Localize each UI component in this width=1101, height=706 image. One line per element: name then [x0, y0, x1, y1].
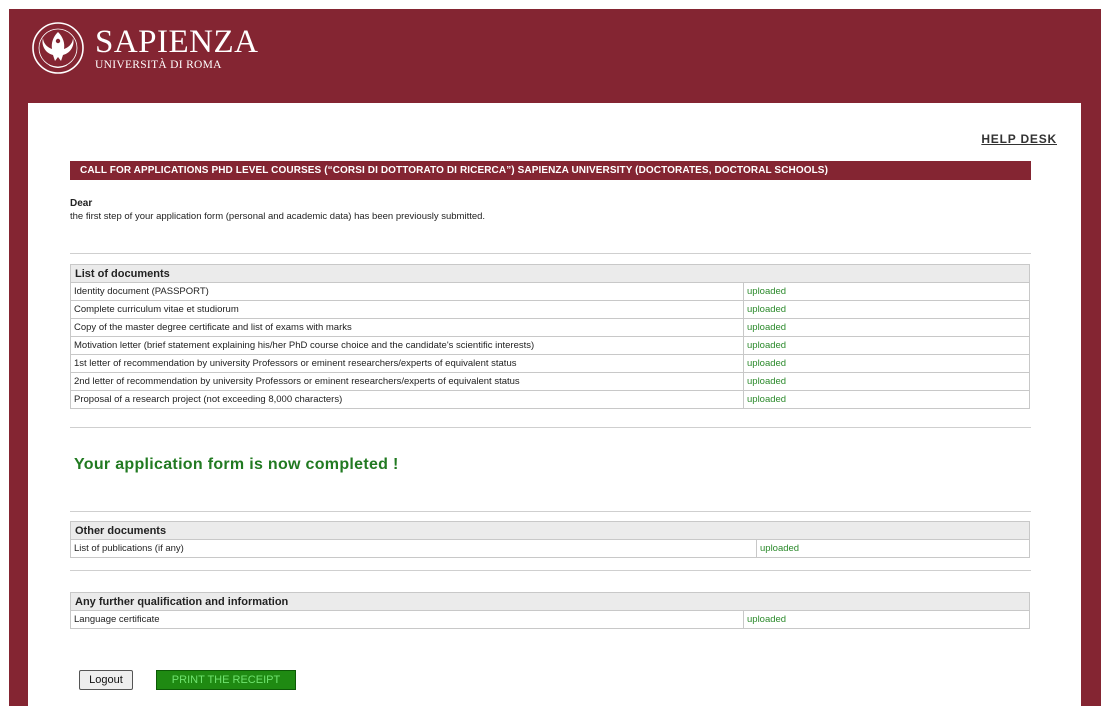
brand-subtitle: UNIVERSITÀ DI ROMA	[95, 59, 222, 71]
page-banner: CALL FOR APPLICATIONS PHD LEVEL COURSES …	[70, 161, 1031, 180]
document-status: uploaded	[743, 318, 1030, 337]
document-status: uploaded	[743, 282, 1030, 301]
table-row: Identity document (PASSPORT) uploaded	[70, 282, 1030, 301]
logout-button[interactable]: Logout	[79, 670, 133, 690]
document-status: uploaded	[756, 539, 1030, 558]
document-status: uploaded	[743, 336, 1030, 355]
main-content: HELP DESK CALL FOR APPLICATIONS PHD LEVE…	[28, 103, 1081, 706]
other-documents-title: Other documents	[70, 521, 1030, 540]
document-name: List of publications (if any)	[70, 539, 757, 558]
table-row: Language certificate uploaded	[70, 610, 1030, 629]
divider	[70, 570, 1031, 571]
divider	[70, 253, 1031, 254]
divider	[70, 427, 1031, 428]
document-status: uploaded	[743, 354, 1030, 373]
table-row: Complete curriculum vitae et studiorum u…	[70, 300, 1030, 319]
documents-title: List of documents	[70, 264, 1030, 283]
document-name: Motivation letter (brief statement expla…	[70, 336, 744, 355]
document-name: 1st letter of recommendation by universi…	[70, 354, 744, 373]
greeting: Dear	[70, 198, 93, 209]
document-status: uploaded	[743, 610, 1030, 629]
documents-table: List of documents Identity document (PAS…	[70, 264, 1030, 409]
document-name: 2nd letter of recommendation by universi…	[70, 372, 744, 391]
document-name: Copy of the master degree certificate an…	[70, 318, 744, 337]
further-title: Any further qualification and informatio…	[70, 592, 1030, 611]
document-status: uploaded	[743, 300, 1030, 319]
document-name: Language certificate	[70, 610, 744, 629]
divider	[70, 511, 1031, 512]
document-name: Proposal of a research project (not exce…	[70, 390, 744, 409]
documents-header-row: List of documents	[70, 264, 1030, 283]
university-seal-icon	[32, 22, 84, 74]
brand-name: SAPIENZA	[95, 24, 259, 60]
table-row: List of publications (if any) uploaded	[70, 539, 1030, 558]
document-name: Complete curriculum vitae et studiorum	[70, 300, 744, 319]
table-row: Proposal of a research project (not exce…	[70, 390, 1030, 409]
document-status: uploaded	[743, 372, 1030, 391]
table-row: 2nd letter of recommendation by universi…	[70, 372, 1030, 391]
table-row: Copy of the master degree certificate an…	[70, 318, 1030, 337]
document-name: Identity document (PASSPORT)	[70, 282, 744, 301]
further-qualification-table: Any further qualification and informatio…	[70, 592, 1030, 629]
sapienza-logo[interactable]: SAPIENZA UNIVERSITÀ DI ROMA	[31, 21, 259, 75]
further-header-row: Any further qualification and informatio…	[70, 592, 1030, 611]
table-row: Motivation letter (brief statement expla…	[70, 336, 1030, 355]
document-status: uploaded	[743, 390, 1030, 409]
print-receipt-button[interactable]: PRINT THE RECEIPT	[156, 670, 296, 690]
other-documents-table: Other documents List of publications (if…	[70, 521, 1030, 558]
completion-message: Your application form is now completed !	[74, 456, 399, 473]
other-documents-header-row: Other documents	[70, 521, 1030, 540]
intro-text: the first step of your application form …	[70, 211, 486, 222]
table-row: 1st letter of recommendation by universi…	[70, 354, 1030, 373]
brand-wordmark: SAPIENZA UNIVERSITÀ DI ROMA	[95, 25, 259, 71]
help-desk-link[interactable]: HELP DESK	[981, 132, 1057, 146]
